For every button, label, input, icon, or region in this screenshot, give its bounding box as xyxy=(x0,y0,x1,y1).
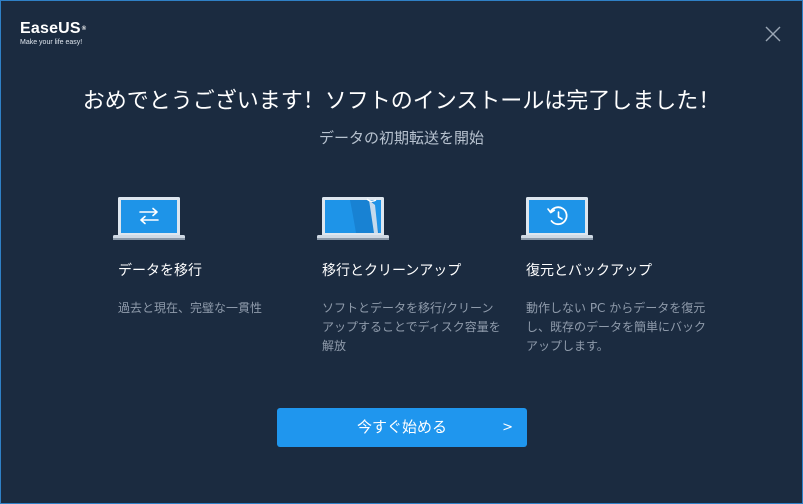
feature-migrate-cleanup-title: 移行とクリーンアップ xyxy=(322,263,462,279)
start-now-label: 今すぐ始める xyxy=(356,418,447,436)
chevron-right-icon: > xyxy=(502,420,513,435)
data-transfer-laptop-icon xyxy=(113,197,185,240)
feature-migrate-cleanup-description: ソフトとデータを移行/クリーンアップすることでディスク容量を解放 xyxy=(322,301,501,353)
brand-registered-mark: ® xyxy=(81,26,87,32)
brand-tagline: Make your life easy! xyxy=(20,39,83,46)
feature-restore-backup: 復元とバックアップ 動作しない PC からデータを復元し、既存のデータを簡単にバ… xyxy=(521,193,721,353)
feature-data-transfer-title: データを移行 xyxy=(118,263,202,279)
feature-migrate-cleanup: 移行とクリーンアップ ソフトとデータを移行/クリーンアップすることでディスク容量… xyxy=(317,193,517,353)
brand-name: EaseUS xyxy=(20,20,81,37)
page-subtitle: データの初期転送を開始 xyxy=(318,129,484,147)
restore-backup-laptop-icon xyxy=(521,197,593,240)
start-now-button[interactable]: 今すぐ始める > xyxy=(277,408,527,447)
page-title: おめでとうございます！ソフトのインストールは完了しました！ xyxy=(82,89,721,114)
cleanup-laptop-icon xyxy=(317,197,389,240)
feature-restore-backup-description: 動作しない PC からデータを復元し、既存のデータを簡単にバックアップします。 xyxy=(526,301,707,353)
close-button[interactable] xyxy=(764,25,782,43)
installer-window: EaseUS® Make your life easy! おめでとうございます！… xyxy=(0,0,803,504)
feature-restore-backup-title: 復元とバックアップ xyxy=(526,263,652,279)
feature-data-transfer: データを移行 過去と現在、完璧な一貫性 xyxy=(113,193,313,315)
easeus-logo: EaseUS® Make your life easy! xyxy=(20,21,86,47)
close-icon xyxy=(765,26,781,42)
feature-data-transfer-description: 過去と現在、完璧な一貫性 xyxy=(118,301,263,315)
